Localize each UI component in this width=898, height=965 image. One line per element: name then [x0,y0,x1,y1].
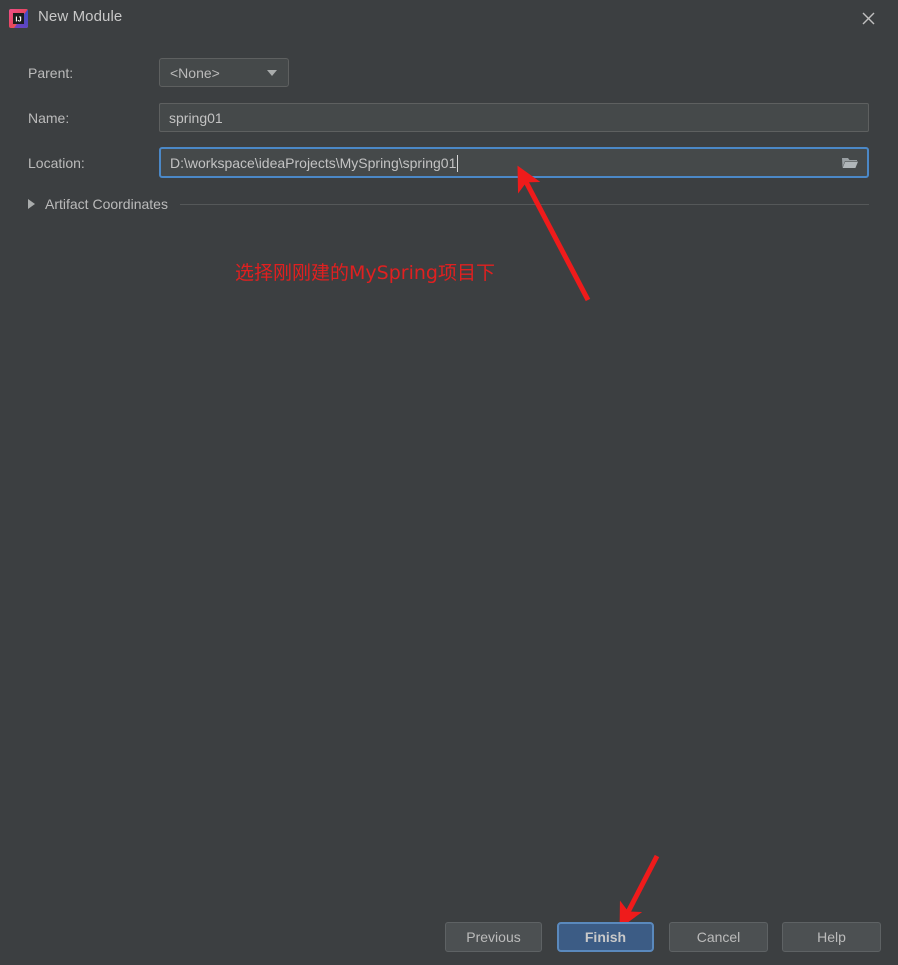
help-button[interactable]: Help [782,922,881,952]
previous-button[interactable]: Previous [445,922,542,952]
close-icon[interactable] [846,2,890,34]
artifact-coordinates-section[interactable]: Artifact Coordinates [28,194,869,214]
svg-text:IJ: IJ [15,15,21,24]
parent-label: Parent: [28,65,74,81]
window-title: New Module [38,8,123,25]
cancel-button[interactable]: Cancel [669,922,768,952]
annotation-arrows [517,165,660,929]
name-label: Name: [28,110,70,126]
chevron-right-icon [28,199,35,209]
annotation-text: 选择刚刚建的MySpring项目下 [235,262,495,284]
intellij-idea-icon: IJ [9,9,28,28]
title-bar: IJ New Module [0,0,898,37]
parent-dropdown[interactable]: <None> [159,58,289,87]
name-input[interactable]: spring01 [159,103,869,132]
finish-button[interactable]: Finish [557,922,654,952]
parent-dropdown-value: <None> [170,64,220,81]
section-divider [179,203,869,205]
text-caret [457,155,459,172]
name-input-value: spring01 [169,109,223,126]
location-label: Location: [28,155,85,171]
artifact-coordinates-label: Artifact Coordinates [45,196,168,212]
arrow-to-finish-button [619,854,660,929]
location-input[interactable]: D:\workspace\ideaProjects\MySpring\sprin… [159,147,869,178]
chevron-down-icon [267,69,277,76]
folder-icon[interactable] [840,154,860,172]
location-input-value: D:\workspace\ideaProjects\MySpring\sprin… [170,154,457,171]
